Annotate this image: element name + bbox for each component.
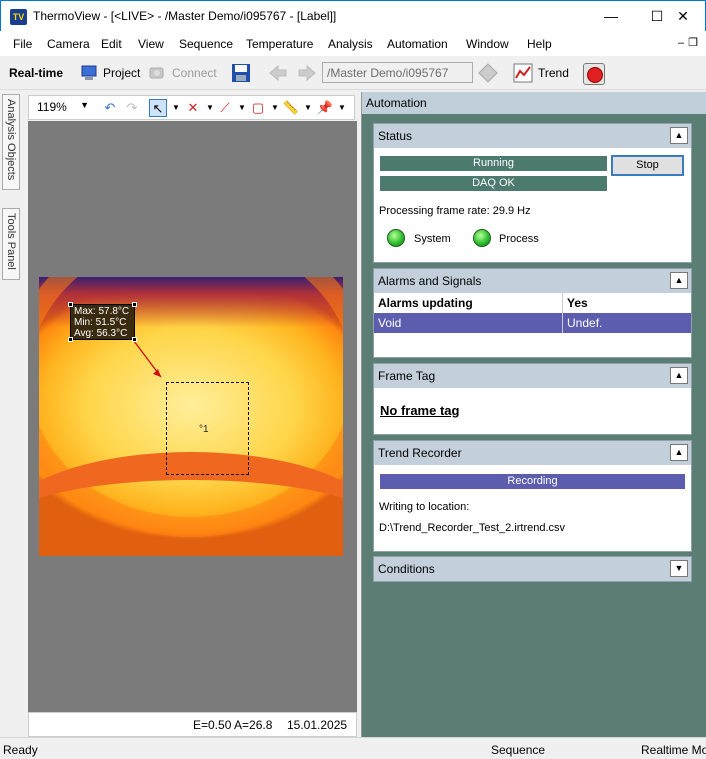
project-icon[interactable] [80,63,100,83]
daq-bar: DAQ OK [380,176,607,191]
menu-file[interactable]: File [13,37,32,51]
tag-icon[interactable] [478,63,498,83]
trend-button[interactable]: Trend [538,66,569,80]
alarms-table: Alarms updating Yes Void Undef. [374,293,691,333]
back-arrow-icon[interactable] [268,63,288,83]
save-icon[interactable] [231,63,251,83]
label-min: Min: 51.5°C [74,317,127,328]
spot-cross-icon[interactable]: ✕ [184,99,202,117]
window-title: ThermoView - [<LIVE> - /Master Demo/i095… [33,9,337,23]
automation-header: Automation [362,92,706,114]
measurement-label[interactable]: Max: 57.8°C Min: 51.5°C Avg: 56.3°C [68,302,137,342]
menu-help[interactable]: Help [527,37,552,51]
record-button[interactable] [583,63,605,85]
realtime-label: Real-time [9,66,64,80]
ready-status: Ready [3,743,38,757]
side-tab-strip: Analysis Objects Tools Panel [0,92,22,737]
forward-arrow-icon[interactable] [297,63,317,83]
trend-recorder-title: Trend Recorder [378,446,462,460]
recording-bar: Recording [380,474,685,489]
roi-label: °1 [199,424,209,435]
collapse-frame-tag-button[interactable]: ▲ [670,367,688,384]
rectangle-tool-icon[interactable]: ▢ [249,99,267,117]
main-toolbar: Real-time Project Connect /Master Demo/i… [0,56,706,90]
collapse-status-button[interactable]: ▲ [670,127,688,144]
collapse-trend-recorder-button[interactable]: ▲ [670,444,688,461]
thermal-image-pane[interactable]: Max: 57.8°C Min: 51.5°C Avg: 56.3°C °1 [28,121,357,712]
menu-window[interactable]: Window [466,37,509,51]
redo-icon[interactable]: ↷ [123,99,141,117]
menu-camera[interactable]: Camera [47,37,90,51]
ruler-icon[interactable]: 📏 [282,99,300,117]
trend-recorder-panel: Trend Recorder ▲ Recording Writing to lo… [373,440,692,552]
project-button[interactable]: Project [103,66,140,80]
process-led-icon [473,229,491,247]
writing-label: Writing to location: [379,501,470,513]
menu-view[interactable]: View [138,37,164,51]
line-tool-icon[interactable]: ⟋ [216,99,234,117]
thermal-image[interactable]: Max: 57.8°C Min: 51.5°C Avg: 56.3°C °1 [39,277,343,556]
conditions-title: Conditions [378,562,435,576]
image-toolbar: 119% ▼ ↶ ↷ ↖ ▼ ✕ ▼ ⟋ ▼ ▢ ▼ 📏 ▼ 📌 ▼ [28,95,355,120]
connect-icon[interactable] [148,63,168,83]
app-icon: TV [10,9,27,25]
status-panel: Status ▲ Running DAQ OK Stop Processing … [373,123,692,263]
tab-analysis-objects[interactable]: Analysis Objects [2,94,20,190]
emission-readout: E=0.50 A=26.8 [193,718,273,732]
system-led-icon [387,229,405,247]
pin-dropdown-icon[interactable]: ▼ [333,99,351,117]
pin-icon[interactable]: 📌 [316,99,334,117]
close-button[interactable]: ✕ [660,1,706,31]
pointer-dropdown-icon[interactable]: ▼ [167,99,185,117]
zoom-select[interactable]: 119% ▼ [33,98,91,117]
frame-tag-title: Frame Tag [378,369,436,383]
title-bar: TV ThermoView - [<LIVE> - /Master Demo/i… [0,0,706,31]
frame-tag-panel: Frame Tag ▲ No frame tag [373,363,692,435]
sequence-status: Sequence [491,743,546,757]
label-avg: Avg: 56.3°C [74,328,128,339]
menu-bar: File Camera Edit View Sequence Temperatu… [0,31,706,56]
table-row[interactable]: Alarms updating Yes [374,293,691,313]
trend-icon[interactable] [513,63,533,83]
path-field[interactable]: /Master Demo/i095767 [322,62,473,83]
alarms-title: Alarms and Signals [378,274,482,288]
conditions-panel: Conditions ▼ [373,556,692,582]
date-readout: 15.01.2025 [287,718,348,732]
pointer-icon[interactable]: ↖ [149,99,167,117]
stop-button[interactable]: Stop [611,155,684,176]
menu-sequence[interactable]: Sequence [179,37,233,51]
image-status-bar: E=0.50 A=26.8 15.01.2025 [28,712,357,737]
minimize-button[interactable]: — [588,1,634,31]
mdi-window-buttons[interactable]: –❐ [678,36,702,49]
ruler-dropdown-icon[interactable]: ▼ [299,99,317,117]
menu-automation[interactable]: Automation [387,37,448,51]
connect-button[interactable]: Connect [172,66,217,80]
frame-tag-text: No frame tag [380,403,460,418]
status-bar: Ready Sequence Realtime Mo [0,737,706,759]
tab-tools-panel[interactable]: Tools Panel [2,208,20,280]
recorder-path: D:\Trend_Recorder_Test_2.irtrend.csv [379,522,566,534]
realtime-mode-status: Realtime Mo [641,743,706,757]
expand-conditions-button[interactable]: ▼ [670,560,688,577]
automation-panel: Automation Status ▲ Running DAQ OK Stop … [361,92,706,737]
menu-analysis[interactable]: Analysis [328,37,373,51]
system-label: System [414,233,451,245]
collapse-alarms-button[interactable]: ▲ [670,272,688,289]
menu-edit[interactable]: Edit [101,37,122,51]
alarms-panel: Alarms and Signals ▲ Alarms updating Yes… [373,268,692,358]
undo-icon[interactable]: ↶ [101,99,119,117]
running-bar: Running [380,156,607,171]
frame-rate-text: Processing frame rate: 29.9 Hz [379,205,531,217]
label-max: Max: 57.8°C [74,306,130,317]
status-title: Status [378,129,413,143]
table-row[interactable]: Void Undef. [374,313,691,333]
process-label: Process [499,233,539,245]
menu-temperature[interactable]: Temperature [246,37,313,51]
